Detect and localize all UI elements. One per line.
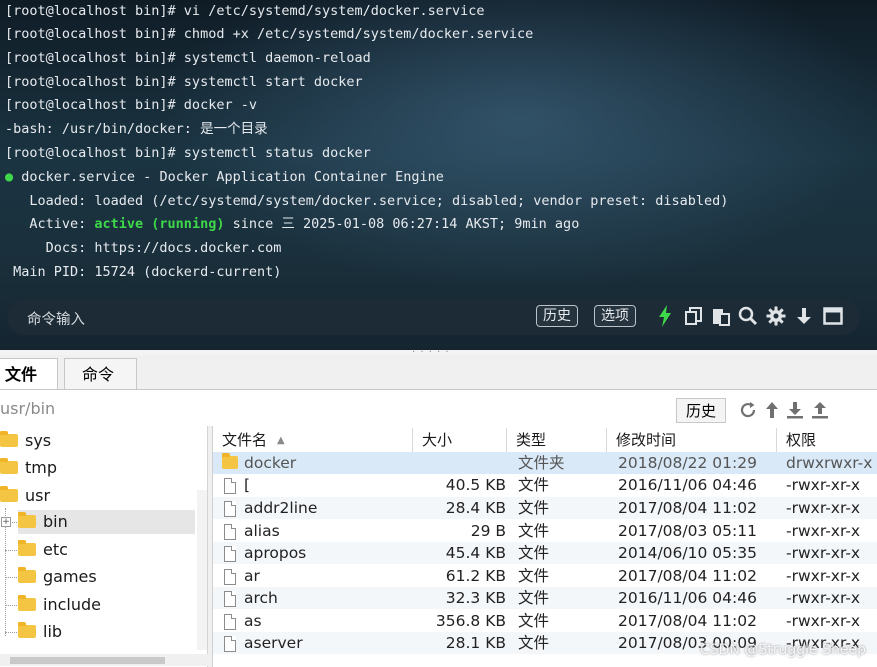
terminal-line: [root@localhost bin]# docker -v [5, 97, 257, 113]
terminal-line: [root@localhost bin]# chmod +x /etc/syst… [5, 26, 534, 42]
terminal-mainpid-line: Main PID: 15724 (dockerd-current) [5, 264, 282, 280]
column-header-name[interactable]: 文件名 ▲ [213, 428, 413, 452]
tab-commands[interactable]: 命令 [64, 358, 137, 389]
tree-vertical-scrollbar[interactable] [197, 490, 207, 650]
folder-icon [18, 512, 36, 528]
column-header-type[interactable]: 类型 [507, 428, 607, 452]
sort-asc-icon: ▲ [277, 435, 285, 446]
terminal-docs-line: Docs: https://docs.docker.com [5, 240, 282, 256]
terminal-line: [root@localhost bin]# systemctl status d… [5, 145, 371, 161]
command-input-bar[interactable]: 命令输入 历史 选项 [7, 299, 860, 335]
terminal-line: [root@localhost bin]# systemctl daemon-r… [5, 50, 371, 66]
file-link-icon [222, 545, 238, 562]
maximize-icon[interactable] [821, 303, 845, 329]
down-arrow-icon[interactable] [792, 303, 816, 329]
expand-toggle[interactable]: + [1, 517, 11, 527]
terminal-status-line: ● docker.service - Docker Application Co… [5, 168, 444, 186]
file-icon [222, 568, 238, 585]
folder-icon [0, 486, 18, 502]
tree-item-sys[interactable]: sys [0, 429, 51, 453]
folder-icon [222, 453, 238, 472]
options-button[interactable]: 选项 [594, 305, 636, 327]
up-icon[interactable] [761, 399, 783, 421]
terminal-active-line: Active: active (running) since 三 2025-01… [5, 215, 579, 233]
terminal-loaded-line: Loaded: loaded (/etc/systemd/system/dock… [5, 193, 729, 209]
tree-item-include[interactable]: include [18, 593, 101, 617]
path-input[interactable]: usr/bin [0, 399, 55, 418]
table-row[interactable]: addr2line 28.4 KB 文件 2017/08/04 11:02 -r… [213, 497, 877, 519]
file-icon [222, 635, 238, 652]
table-row[interactable]: ar 61.2 KB 文件 2017/08/04 11:02 -rwxr-xr-… [213, 565, 877, 587]
table-row[interactable]: docker 文件夹 2018/08/22 01:29 drwxrwxr-x [213, 452, 877, 474]
folder-icon [0, 431, 18, 447]
status-title: docker.service - Docker Application Cont… [13, 169, 444, 185]
table-row[interactable]: apropos 45.4 KB 文件 2014/06/10 05:35 -rwx… [213, 542, 877, 564]
tree-item-usr[interactable]: usr [0, 484, 50, 508]
terminal-line: [root@localhost bin]# systemctl start do… [5, 74, 363, 90]
terminal-panel[interactable]: [root@localhost bin]# vi /etc/systemd/sy… [0, 0, 877, 350]
column-header-size[interactable]: 大小 [413, 428, 507, 452]
search-icon[interactable] [736, 303, 760, 329]
lightning-icon[interactable] [653, 303, 677, 329]
terminal-line: [root@localhost bin]# vi /etc/systemd/sy… [5, 3, 485, 19]
folder-icon [18, 595, 36, 611]
table-row[interactable]: alias 29 B 文件 2017/08/03 05:11 -rwxr-xr-… [213, 520, 877, 542]
tree-item-games[interactable]: games [18, 565, 97, 589]
active-suffix: since 三 2025-01-08 06:27:14 AKST; 9min a… [224, 216, 580, 232]
column-header-mtime[interactable]: 修改时间 [607, 428, 777, 452]
upload-icon[interactable] [809, 399, 831, 421]
table-row[interactable]: as 356.8 KB 文件 2017/08/04 11:02 -rwxr-xr… [213, 610, 877, 632]
tree-item-etc[interactable]: etc [18, 538, 68, 562]
folder-icon [18, 622, 36, 638]
file-list-header: 文件名 ▲ 大小 类型 修改时间 权限 [213, 428, 877, 453]
tree-horizontal-scrollbar[interactable] [0, 654, 208, 666]
download-icon[interactable] [784, 399, 806, 421]
tree-item-bin[interactable]: bin [18, 510, 195, 534]
directory-tree[interactable]: sys tmp usr + bin etc games include lib [0, 426, 208, 667]
tab-files[interactable]: 文件 [0, 358, 58, 389]
table-row[interactable]: [ 40.5 KB 文件 2016/11/06 04:46 -rwxr-xr-x [213, 474, 877, 496]
file-list[interactable]: 文件名 ▲ 大小 类型 修改时间 权限 docker 文件夹 2018/08/22… [212, 426, 877, 667]
active-prefix: Active: [5, 216, 95, 232]
folder-icon [0, 458, 18, 474]
terminal-line: -bash: /usr/bin/docker: 是一个目录 [5, 121, 268, 137]
command-input[interactable]: 命令输入 [27, 308, 85, 329]
folder-icon [18, 567, 36, 583]
gear-icon[interactable] [764, 303, 788, 329]
history-button[interactable]: 历史 [536, 305, 578, 327]
file-icon [222, 500, 238, 517]
file-icon [222, 590, 238, 607]
status-bullet: ● [5, 169, 14, 185]
tree-item-tmp[interactable]: tmp [0, 456, 57, 480]
table-row[interactable]: arch 32.3 KB 文件 2016/11/06 04:46 -rwxr-x… [213, 587, 877, 609]
folder-icon [18, 540, 36, 556]
file-icon [222, 523, 238, 540]
active-state: active (running) [94, 216, 225, 232]
tab-strip: 文件 命令 [0, 355, 877, 390]
watermark: CSDN @Struggle Sheep [700, 642, 866, 658]
copy-icon[interactable] [682, 303, 706, 329]
file-icon [222, 477, 238, 494]
scrollbar-thumb[interactable] [10, 657, 165, 664]
path-history-button[interactable]: 历史 [676, 398, 726, 423]
refresh-icon[interactable] [737, 399, 759, 421]
file-icon [222, 613, 238, 630]
path-bar: usr/bin 历史 [0, 390, 877, 426]
column-header-perm[interactable]: 权限 [777, 428, 877, 452]
paste-icon[interactable] [709, 303, 733, 329]
tree-item-lib[interactable]: lib [18, 620, 62, 644]
